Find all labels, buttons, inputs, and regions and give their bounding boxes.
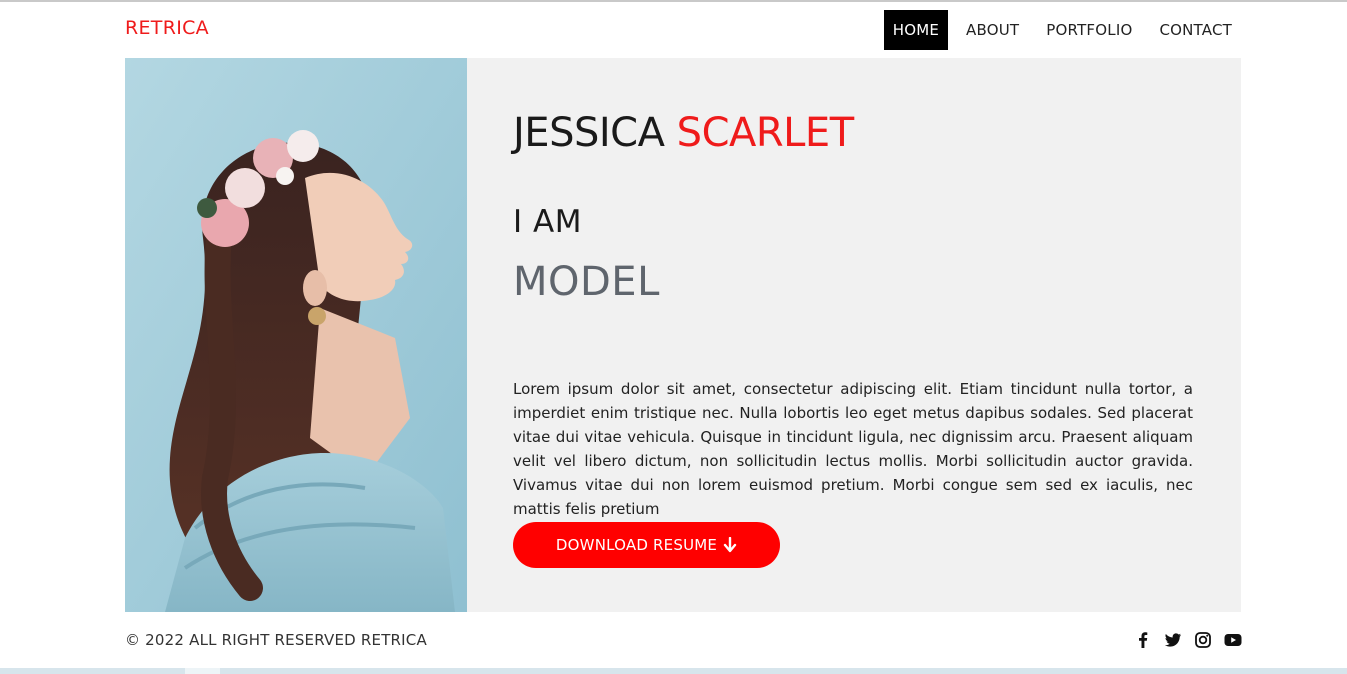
top-rule [0, 0, 1347, 2]
hero-section: JESSICA SCARLET I AM MODEL Lorem ipsum d… [125, 58, 1241, 612]
bottom-strip [0, 668, 1347, 674]
download-resume-button[interactable]: DOWNLOAD RESUME [513, 522, 780, 568]
social-links [1134, 631, 1242, 649]
hero-name: JESSICA SCARLET [513, 110, 854, 156]
portrait-photo [125, 58, 467, 612]
bottom-strip-segment [185, 668, 220, 674]
nav-about[interactable]: ABOUT [957, 10, 1028, 50]
main-nav: HOME ABOUT PORTFOLIO CONTACT [875, 10, 1241, 50]
youtube-icon[interactable] [1224, 631, 1242, 649]
facebook-icon[interactable] [1134, 631, 1152, 649]
copyright-text: © 2022 ALL RIGHT RESERVED RETRICA [125, 631, 427, 649]
instagram-icon[interactable] [1194, 631, 1212, 649]
role-title: MODEL [513, 259, 660, 305]
last-name: SCARLET [676, 110, 854, 156]
twitter-icon[interactable] [1164, 631, 1182, 649]
nav-portfolio[interactable]: PORTFOLIO [1037, 10, 1141, 50]
arrow-down-icon [723, 537, 737, 553]
bio-paragraph: Lorem ipsum dolor sit amet, consectetur … [513, 380, 1193, 518]
nav-home[interactable]: HOME [883, 10, 949, 50]
resume-button-label: DOWNLOAD RESUME [555, 536, 718, 554]
nav-contact[interactable]: CONTACT [1150, 10, 1241, 50]
intro-text: I AM [513, 204, 582, 240]
first-name: JESSICA [513, 110, 665, 156]
brand-logo[interactable]: RETRICA [125, 17, 209, 39]
